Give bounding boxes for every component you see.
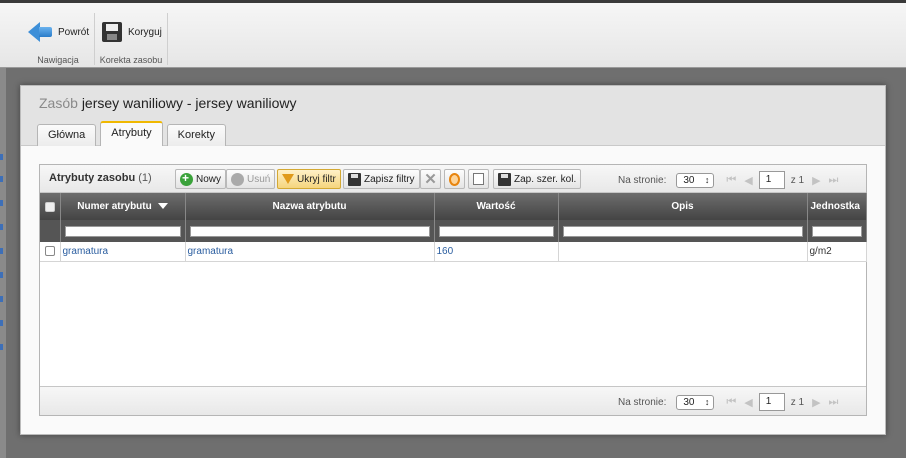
per-page-label: Na stronie:: [618, 396, 667, 408]
row-checkbox[interactable]: [44, 246, 55, 257]
next-page-icon[interactable]: ▶: [812, 396, 820, 409]
navigation-group: Powrót Nawigacja: [22, 13, 95, 65]
last-page-icon[interactable]: ⏭: [829, 396, 839, 409]
grid-title: Atrybuty zasobu (1): [49, 172, 152, 184]
back-button[interactable]: Powrót: [28, 19, 89, 45]
clear-button[interactable]: ✕: [420, 169, 441, 189]
prev-page-icon[interactable]: ◀: [744, 174, 752, 187]
hide-filter-button[interactable]: Ukryj filtr: [277, 169, 341, 189]
clear-x-icon: ✕: [424, 171, 437, 188]
filter-icon: [282, 174, 294, 184]
tab-korekty[interactable]: Korekty: [166, 124, 226, 146]
column-header[interactable]: Jednostka: [807, 193, 867, 220]
correction-group: Koryguj Korekta zasobu: [95, 13, 168, 65]
background-sidebar: [0, 68, 6, 458]
resource-dialog: Zasób jersey waniliowy - jersey waniliow…: [20, 85, 886, 435]
tab-atrybuty[interactable]: Atrybuty: [100, 121, 163, 146]
dialog-header: Zasób jersey waniliowy - jersey waniliow…: [21, 86, 885, 146]
bottom-pager: Na stronie: 30 ⏮ ◀ 1 z 1 ▶ ⏭: [618, 393, 842, 411]
tab-glowna[interactable]: Główna: [37, 124, 97, 146]
cell-unit: g/m2: [807, 242, 867, 262]
per-page-select[interactable]: 30: [676, 394, 715, 410]
ribbon-toolbar: Powrót Nawigacja Koryguj Korekta zasobu: [0, 0, 906, 68]
table-row[interactable]: gramatura gramatura 160 g/m2: [40, 242, 867, 262]
save-widths-button[interactable]: Zap. szer. kol.: [493, 169, 582, 189]
column-header[interactable]: Numer atrybutu: [60, 193, 186, 220]
column-header[interactable]: Wartość: [434, 193, 559, 220]
prev-page-icon[interactable]: ◀: [744, 396, 752, 409]
dialog-title-prefix: Zasób: [39, 95, 78, 111]
plus-icon: [180, 171, 193, 186]
per-page-label: Na stronie:: [618, 174, 667, 186]
next-page-icon[interactable]: ▶: [812, 174, 820, 187]
filter-input[interactable]: [438, 225, 554, 237]
new-label: Nowy: [196, 173, 222, 185]
dialog-title-text: jersey waniliowy - jersey waniliowy: [81, 95, 297, 111]
first-page-icon[interactable]: ⏮: [726, 396, 736, 409]
navigation-caption: Nawigacja: [37, 55, 79, 65]
page-count: z 1: [790, 396, 805, 408]
no-entry-icon: [449, 172, 460, 186]
save-widths-label: Zap. szer. kol.: [514, 173, 577, 185]
column-label: Opis: [671, 201, 694, 212]
sort-desc-icon: [157, 203, 168, 210]
delete-button[interactable]: Usuń: [226, 169, 276, 189]
filter-input[interactable]: [562, 225, 803, 237]
correction-caption: Korekta zasobu: [99, 55, 163, 65]
first-page-icon[interactable]: ⏮: [726, 174, 736, 187]
per-page-select[interactable]: 30: [676, 172, 715, 188]
dialog-title: Zasób jersey waniliowy - jersey waniliow…: [39, 95, 297, 111]
header-row: Numer atrybutu Nazwa atrybutu Wartość Op…: [40, 193, 867, 220]
grid-footer: Na stronie: 30 ⏮ ◀ 1 z 1 ▶ ⏭: [40, 386, 866, 415]
select-all-checkbox[interactable]: [44, 201, 55, 212]
delete-label: Usuń: [247, 173, 271, 185]
save-filters-label: Zapisz filtry: [364, 173, 415, 185]
record-count: (1): [138, 172, 152, 184]
column-label: Numer atrybutu: [77, 201, 152, 212]
page-count: z 1: [790, 174, 805, 186]
edit-label: Koryguj: [128, 26, 162, 38]
minus-icon: [231, 172, 244, 186]
top-pager: Na stronie: 30 ⏮ ◀ 1 z 1 ▶ ⏭: [618, 171, 842, 189]
cell-name[interactable]: gramatura: [185, 242, 435, 262]
page-input[interactable]: 1: [758, 393, 785, 411]
attributes-table: Numer atrybutu Nazwa atrybutu Wartość Op…: [40, 193, 867, 262]
filter-input[interactable]: [189, 225, 430, 237]
back-label: Powrót: [58, 26, 90, 38]
filter-input[interactable]: [64, 225, 181, 237]
floppy-icon: [102, 22, 122, 42]
cancel-button[interactable]: [444, 169, 465, 189]
cell-number[interactable]: gramatura: [60, 242, 186, 262]
back-arrow-icon: [28, 21, 52, 43]
column-label: Wartość: [476, 201, 516, 212]
grid-title-text: Atrybuty zasobu: [49, 172, 136, 184]
column-label: Nazwa atrybutu: [272, 201, 347, 212]
edit-button[interactable]: Koryguj: [102, 19, 162, 45]
columns-button[interactable]: [468, 169, 489, 189]
select-all-header[interactable]: [40, 193, 61, 220]
filter-row: [40, 220, 867, 242]
columns-icon: [473, 173, 484, 185]
floppy-icon: [498, 172, 511, 186]
attributes-grid: Atrybuty zasobu(1) Nowy Usuń Ukryj filtr…: [39, 164, 867, 416]
new-button[interactable]: Nowy: [175, 169, 227, 189]
hide-filter-label: Ukryj filtr: [297, 173, 336, 185]
column-label: Jednostka: [810, 201, 860, 212]
grid-toolbar: Atrybuty zasobu(1) Nowy Usuń Ukryj filtr…: [40, 165, 866, 193]
cell-value[interactable]: 160: [434, 242, 559, 262]
column-header[interactable]: Opis: [558, 193, 808, 220]
filter-input[interactable]: [811, 225, 862, 237]
floppy-icon: [348, 172, 361, 186]
tab-bar: Główna Atrybuty Korekty: [37, 121, 226, 146]
save-filters-button[interactable]: Zapisz filtry: [343, 169, 420, 189]
last-page-icon[interactable]: ⏭: [829, 174, 839, 187]
page-input[interactable]: 1: [758, 171, 785, 189]
column-header[interactable]: Nazwa atrybutu: [185, 193, 435, 220]
cell-description: [558, 242, 808, 262]
